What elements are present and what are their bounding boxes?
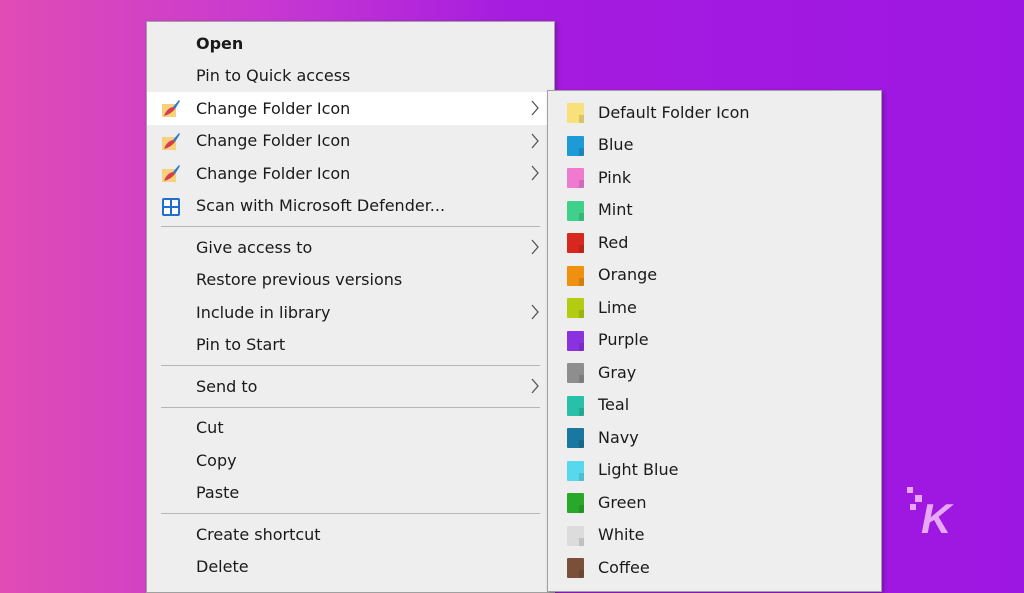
menu-item-delete[interactable]: Delete <box>147 551 554 584</box>
defender-shield-icon <box>162 197 180 216</box>
menu-item-label: Give access to <box>196 237 313 257</box>
menu-separator <box>161 406 540 408</box>
folder-color-icon <box>567 233 584 253</box>
folder-color-icon <box>567 558 584 578</box>
chevron-right-icon <box>531 239 539 255</box>
submenu-item-label: Default Folder Icon <box>598 102 750 122</box>
brand-logo-letter: K <box>921 495 954 535</box>
submenu-item-white[interactable]: White <box>548 519 881 552</box>
menu-item-change-folder-icon[interactable]: Change Folder Icon <box>147 157 554 190</box>
folder-color-icon <box>567 395 584 416</box>
submenu-item-lime[interactable]: Lime <box>548 291 881 324</box>
menu-item-create-shortcut[interactable]: Create shortcut <box>147 518 554 551</box>
menu-item-restore-previous-versions[interactable]: Restore previous versions <box>147 264 554 297</box>
folder-paint-icon <box>162 100 180 117</box>
folder-paint-icon <box>162 132 180 150</box>
submenu-item-label: Red <box>598 232 629 252</box>
menu-item-label: Open <box>196 33 244 53</box>
folder-color-icon <box>567 330 584 351</box>
menu-item-copy[interactable]: Copy <box>147 444 554 477</box>
folder-color-icon <box>567 135 584 156</box>
menu-item-label: Create shortcut <box>196 524 321 544</box>
submenu-item-light-blue[interactable]: Light Blue <box>548 454 881 487</box>
submenu-item-label: Purple <box>598 330 649 350</box>
menu-separator <box>161 513 540 514</box>
menu-item-change-folder-icon[interactable]: Change Folder Icon <box>147 92 554 125</box>
menu-item-send-to[interactable]: Send to <box>147 370 554 403</box>
menu-separator <box>161 226 540 227</box>
chevron-right-icon <box>531 378 539 394</box>
submenu-item-label: Blue <box>598 135 634 155</box>
menu-item-label: Delete <box>196 557 249 577</box>
submenu-item-label: Gray <box>598 362 637 382</box>
menu-item-label: Include in library <box>196 302 331 322</box>
submenu-item-coffee[interactable]: Coffee <box>548 551 881 584</box>
submenu-item-label: Green <box>598 492 647 512</box>
menu-item-label: Cut <box>196 418 224 438</box>
submenu-item-default-folder-icon[interactable]: Default Folder Icon <box>548 96 881 129</box>
submenu-item-label: Coffee <box>598 557 650 577</box>
folder-color-submenu: Default Folder Icon Blue Pink Mint Red Orange… <box>547 90 882 592</box>
submenu-item-mint[interactable]: Mint <box>548 194 881 227</box>
menu-item-label: Change Folder Icon <box>196 98 351 118</box>
folder-paint-icon <box>162 165 180 182</box>
submenu-item-label: Teal <box>598 395 630 415</box>
submenu-item-red[interactable]: Red <box>548 226 881 259</box>
submenu-item-label: Mint <box>598 200 633 220</box>
chevron-right-icon <box>531 165 539 181</box>
chevron-right-icon <box>531 100 539 116</box>
menu-item-change-folder-icon[interactable]: Change Folder Icon <box>147 125 554 158</box>
menu-item-label: Scan with Microsoft Defender... <box>196 196 446 216</box>
submenu-item-pink[interactable]: Pink <box>548 161 881 194</box>
folder-color-icon <box>567 460 584 481</box>
folder-color-icon <box>567 103 584 123</box>
submenu-item-blue[interactable]: Blue <box>548 129 881 162</box>
menu-separator <box>161 365 540 366</box>
menu-item-open[interactable]: Open <box>147 27 554 60</box>
menu-item-label: Pin to Start <box>196 335 286 355</box>
folder-color-icon <box>567 428 584 448</box>
menu-item-pin-quick-access[interactable]: Pin to Quick access <box>147 60 554 93</box>
submenu-item-green[interactable]: Green <box>548 486 881 519</box>
submenu-item-label: Pink <box>598 167 632 187</box>
submenu-item-label: White <box>598 525 645 545</box>
folder-color-icon <box>567 363 584 383</box>
menu-item-label: Pin to Quick access <box>196 66 351 86</box>
context-menu: Open Pin to Quick access Change Folder I… <box>146 21 555 593</box>
submenu-item-gray[interactable]: Gray <box>548 356 881 389</box>
menu-item-label: Change Folder Icon <box>196 163 351 183</box>
menu-item-give-access[interactable]: Give access to <box>147 231 554 264</box>
menu-item-pin-to-start[interactable]: Pin to Start <box>147 329 554 362</box>
menu-item-include-in-library[interactable]: Include in library <box>147 296 554 329</box>
menu-item-label: Restore previous versions <box>196 270 403 290</box>
folder-color-icon <box>567 265 584 286</box>
menu-item-label: Copy <box>196 450 237 470</box>
menu-item-label: Change Folder Icon <box>196 131 351 151</box>
menu-item-label: Paste <box>196 483 240 503</box>
menu-item-paste[interactable]: Paste <box>147 477 554 510</box>
brand-logo-icon: K <box>907 487 954 535</box>
folder-color-icon <box>567 200 584 221</box>
submenu-item-label: Navy <box>598 427 639 447</box>
menu-item-scan-defender[interactable]: Scan with Microsoft Defender... <box>147 190 554 223</box>
submenu-item-teal[interactable]: Teal <box>548 389 881 422</box>
menu-item-label: Send to <box>196 376 258 396</box>
submenu-item-purple[interactable]: Purple <box>548 324 881 357</box>
submenu-item-label: Orange <box>598 265 658 285</box>
submenu-item-label: Light Blue <box>598 460 679 480</box>
folder-color-icon <box>567 525 584 546</box>
folder-color-icon <box>567 298 584 318</box>
submenu-item-orange[interactable]: Orange <box>548 259 881 292</box>
submenu-item-label: Lime <box>598 297 637 317</box>
menu-item-cut[interactable]: Cut <box>147 412 554 445</box>
folder-color-icon <box>567 168 584 188</box>
chevron-right-icon <box>531 304 539 320</box>
chevron-right-icon <box>531 133 539 148</box>
submenu-item-navy[interactable]: Navy <box>548 421 881 454</box>
folder-color-icon <box>567 493 584 513</box>
